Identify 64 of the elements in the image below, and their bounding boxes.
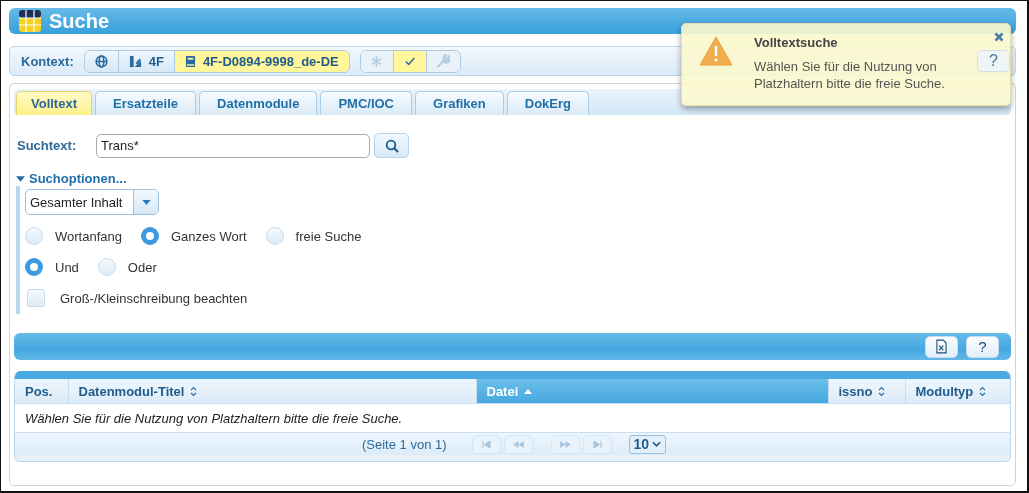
search-icon	[384, 138, 399, 153]
search-button[interactable]	[374, 133, 409, 158]
radio-option[interactable]: freie Suche	[265, 227, 362, 245]
tab[interactable]: Datenmodule	[199, 91, 318, 115]
sort-icon	[979, 385, 987, 397]
warning-icon	[699, 36, 733, 66]
options-toggle[interactable]: Suchoptionen...	[16, 171, 127, 186]
context-button[interactable]: 4F	[118, 50, 175, 72]
notification-title: Volltextsuche	[754, 35, 839, 50]
page-info: (Seite 1 von 1)	[362, 436, 447, 452]
asterisk-icon	[370, 54, 384, 68]
radio-button[interactable]	[25, 258, 43, 276]
last-page-icon	[592, 440, 602, 448]
excel-file-icon	[936, 339, 947, 354]
checkbox[interactable]	[27, 289, 45, 307]
first-page-icon	[481, 440, 491, 448]
checkbox-label: Groß-/Kleinschreibung beachten	[60, 290, 248, 306]
book-icon	[184, 54, 196, 68]
radio-option[interactable]: Oder	[97, 258, 157, 276]
radio-option[interactable]: Wortanfang	[25, 227, 122, 245]
radio-option[interactable]: Und	[25, 258, 79, 276]
next-page-icon	[559, 440, 571, 448]
chevron-down-icon	[652, 441, 662, 447]
page-size-dropdown[interactable]: 10	[628, 434, 667, 454]
tab[interactable]: Volltext	[16, 91, 92, 115]
tab[interactable]: Grafiken	[415, 91, 504, 115]
column-header[interactable]: Modultyp	[905, 379, 1010, 404]
context-button[interactable]: 4F-D0894-9998_de-DE	[174, 50, 349, 72]
previous-page-icon	[512, 440, 524, 448]
column-header[interactable]: Pos.	[15, 379, 68, 404]
sort-icon	[878, 385, 886, 397]
globe-icon	[94, 54, 108, 68]
sort-ascending-icon	[524, 388, 533, 394]
tab[interactable]: Ersatzteile	[95, 91, 197, 115]
toolbar-button[interactable]	[393, 50, 427, 72]
tab[interactable]: PMC/IOC	[320, 91, 412, 115]
last-page-button[interactable]	[582, 434, 612, 454]
column-header[interactable]: Datenmodul-Titel	[68, 379, 476, 404]
close-icon	[994, 32, 1004, 42]
radio-option[interactable]: Ganzes Wort	[140, 227, 247, 245]
column-header[interactable]: issno	[828, 379, 905, 404]
check-icon	[403, 55, 416, 67]
search-field[interactable]: Trans*	[96, 133, 370, 158]
tab[interactable]: DokErg	[506, 91, 589, 115]
wrench-icon	[436, 54, 451, 68]
context-button[interactable]	[84, 50, 119, 72]
previous-page-button[interactable]	[503, 434, 533, 454]
excel-export-button[interactable]	[925, 335, 958, 358]
help-button[interactable]: ?	[966, 335, 999, 358]
context-label: Kontext:	[21, 53, 74, 69]
caret-icon	[141, 199, 151, 205]
close-button[interactable]	[994, 32, 1004, 42]
window-title: Suche	[49, 9, 110, 33]
grid-icon	[19, 10, 41, 32]
notification-message: Wählen Sie für die Nutzung von Platzhaltern bitte die freie Suche.	[754, 58, 946, 92]
next-page-button[interactable]	[550, 434, 580, 454]
caret-icon	[16, 175, 25, 182]
help-button[interactable]: ?	[977, 50, 1010, 72]
first-page-button[interactable]	[471, 434, 501, 454]
radio-button[interactable]	[140, 227, 159, 245]
scope-dropdown[interactable]: Gesamter Inhalt	[25, 189, 159, 215]
search-label: Suchtext:	[17, 138, 78, 153]
chart-icon	[128, 54, 142, 68]
sort-icon	[190, 385, 198, 397]
